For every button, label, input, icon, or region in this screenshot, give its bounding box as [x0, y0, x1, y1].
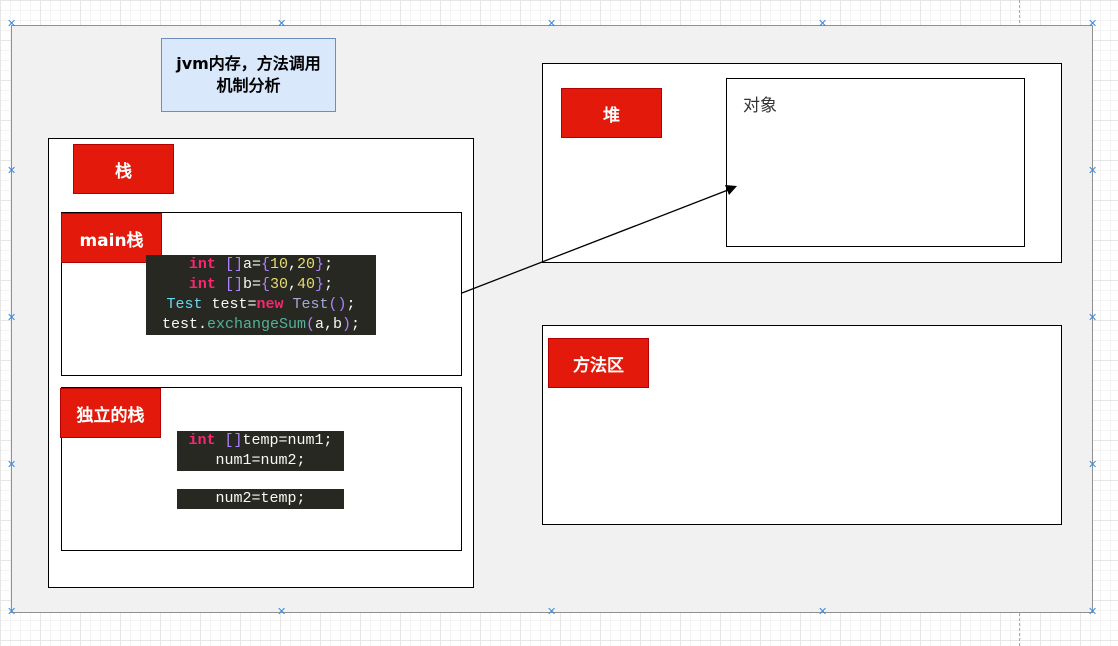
heap-label-text: 堆 [603, 105, 620, 126]
main-stack-code-block[interactable]: int []a={10,20}; int []b={30,40}; Test tes… [146, 255, 376, 335]
selection-handle[interactable]: ✕ [277, 18, 286, 29]
selection-handle[interactable]: ✕ [277, 606, 286, 617]
selection-handle[interactable]: ✕ [1088, 165, 1097, 176]
independent-stack-label-text: 独立的栈 [76, 405, 145, 426]
selection-handle[interactable]: ✕ [7, 165, 16, 176]
heap-object-label: 对象 [743, 96, 777, 116]
selection-handle[interactable]: ✕ [547, 18, 556, 29]
independent-stack-label[interactable]: 独立的栈 [60, 388, 161, 438]
selection-handle[interactable]: ✕ [1088, 312, 1097, 323]
independent-stack-code-line-1[interactable]: int []temp=num1; [177, 431, 344, 451]
selection-handle[interactable]: ✕ [1088, 459, 1097, 470]
code-line: int []b={30,40}; [188, 276, 334, 293]
code-line: Test test=new Test(); [166, 296, 356, 313]
selection-handle[interactable]: ✕ [7, 18, 16, 29]
selection-handle[interactable]: ✕ [7, 312, 16, 323]
selection-handle[interactable]: ✕ [7, 606, 16, 617]
code-line: test.exchangeSum(a,b); [161, 316, 361, 333]
independent-stack-code-line-3[interactable]: num2=temp; [177, 489, 344, 509]
selection-handle[interactable]: ✕ [1088, 18, 1097, 29]
independent-stack-code-line-2[interactable]: num1=num2; [177, 451, 344, 471]
heap-label[interactable]: 堆 [561, 88, 662, 138]
selection-handle[interactable]: ✕ [7, 459, 16, 470]
stack-label-text: 栈 [115, 161, 132, 182]
selection-handle[interactable]: ✕ [1088, 606, 1097, 617]
main-stack-label-text: main栈 [79, 230, 144, 251]
diagram-title[interactable]: jvm内存，方法调用 机制分析 [161, 38, 336, 112]
heap-object[interactable]: 对象 [726, 78, 1025, 247]
selection-handle[interactable]: ✕ [818, 606, 827, 617]
stack-label[interactable]: 栈 [73, 144, 174, 194]
method-area-label-text: 方法区 [573, 355, 624, 376]
selection-handle[interactable]: ✕ [547, 606, 556, 617]
selection-handle[interactable]: ✕ [818, 18, 827, 29]
method-area-label[interactable]: 方法区 [548, 338, 649, 388]
code-line: int []a={10,20}; [188, 256, 334, 273]
